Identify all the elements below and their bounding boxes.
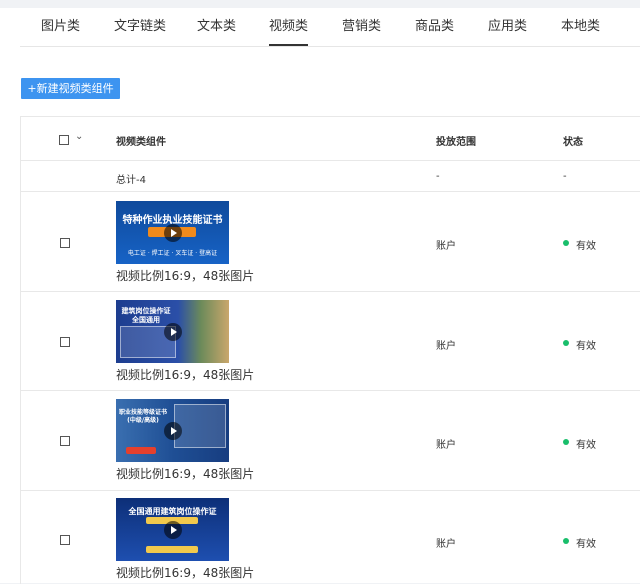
category-tabs: 图片类 文字链类 文本类 视频类 营销类 商品类 应用类 本地类 — [20, 8, 640, 47]
tab-marketing[interactable]: 营销类 — [342, 8, 381, 46]
row-checkbox[interactable] — [60, 337, 70, 347]
video-thumbnail[interactable]: 特种作业执业技能证书 电工证 · 焊工证 · 叉车证 · 登高证 — [116, 201, 229, 264]
status-dot-icon — [563, 538, 569, 544]
row-checkbox[interactable] — [60, 436, 70, 446]
thumbnail-subtitle: (中级/高级) — [127, 417, 159, 424]
tab-video[interactable]: 视频类 — [269, 8, 309, 46]
tab-text[interactable]: 文本类 — [197, 8, 236, 46]
summary-row: 总计-4 - - — [21, 161, 640, 192]
table-row: 职业技能等级证书 (中级/高级) 视频比例16:9，48张图片 账户 有效 — [21, 391, 640, 491]
table-row: 建筑岗位操作证 全国通用 视频比例16:9，48张图片 账户 有效 — [21, 292, 640, 391]
row-scope: 账户 — [436, 539, 456, 550]
thumbnail-info-box — [174, 404, 226, 448]
play-icon[interactable] — [163, 223, 182, 242]
video-thumbnail[interactable]: 建筑岗位操作证 全国通用 — [116, 300, 229, 363]
thumbnail-badge — [146, 546, 198, 553]
video-thumbnail[interactable]: 全国通用建筑岗位操作证 — [116, 498, 229, 561]
row-scope: 账户 — [436, 241, 456, 252]
play-icon[interactable] — [163, 322, 182, 341]
video-description: 视频比例16:9，48张图片 — [116, 566, 255, 580]
summary-status: - — [563, 171, 567, 182]
video-description: 视频比例16:9，48张图片 — [116, 368, 255, 382]
row-checkbox[interactable] — [60, 535, 70, 545]
play-icon[interactable] — [163, 520, 182, 539]
row-status: 有效 — [576, 440, 596, 451]
table-header: ⌄ 视频类组件 投放范围 状态 — [21, 117, 640, 161]
header-status: 状态 — [563, 137, 583, 148]
thumbnail-title: 全国通用建筑岗位操作证 — [128, 507, 217, 516]
add-video-component-button[interactable]: +新建视频类组件 — [21, 78, 120, 99]
video-thumbnail[interactable]: 职业技能等级证书 (中级/高级) — [116, 399, 229, 462]
summary-scope: - — [436, 171, 440, 182]
video-component-table: ⌄ 视频类组件 投放范围 状态 总计-4 - - 特种作业执业技能证书 电工证 … — [20, 116, 640, 584]
row-status: 有效 — [576, 539, 596, 550]
play-icon[interactable] — [163, 421, 182, 440]
thumbnail-subtitle: 电工证 · 焊工证 · 叉车证 · 登高证 — [127, 250, 218, 257]
chevron-down-icon[interactable]: ⌄ — [75, 131, 83, 142]
thumbnail-badge — [126, 447, 156, 454]
row-checkbox[interactable] — [60, 238, 70, 248]
tab-app[interactable]: 应用类 — [488, 8, 527, 46]
status-dot-icon — [563, 240, 569, 246]
select-all-checkbox[interactable] — [59, 135, 69, 145]
video-description: 视频比例16:9，48张图片 — [116, 269, 255, 283]
row-scope: 账户 — [436, 341, 456, 352]
row-status: 有效 — [576, 241, 596, 252]
main-panel: 图片类 文字链类 文本类 视频类 营销类 商品类 应用类 本地类 +新建视频类组… — [0, 0, 640, 584]
status-dot-icon — [563, 340, 569, 346]
summary-total: 总计-4 — [116, 175, 146, 186]
header-scope: 投放范围 — [436, 137, 476, 148]
row-scope: 账户 — [436, 440, 456, 451]
table-row: 全国通用建筑岗位操作证 视频比例16:9，48张图片 账户 有效 — [21, 491, 640, 584]
tab-text-link[interactable]: 文字链类 — [114, 8, 166, 46]
table-row: 特种作业执业技能证书 电工证 · 焊工证 · 叉车证 · 登高证 视频比例16:… — [21, 192, 640, 292]
thumbnail-subtitle: 全国通用 — [132, 316, 160, 324]
row-status: 有效 — [576, 341, 596, 352]
tab-image[interactable]: 图片类 — [41, 8, 80, 46]
tab-local[interactable]: 本地类 — [561, 8, 600, 46]
tab-product[interactable]: 商品类 — [415, 8, 454, 46]
status-dot-icon — [563, 439, 569, 445]
top-divider — [0, 0, 640, 8]
header-component: 视频类组件 — [116, 137, 166, 148]
video-description: 视频比例16:9，48张图片 — [116, 467, 255, 481]
